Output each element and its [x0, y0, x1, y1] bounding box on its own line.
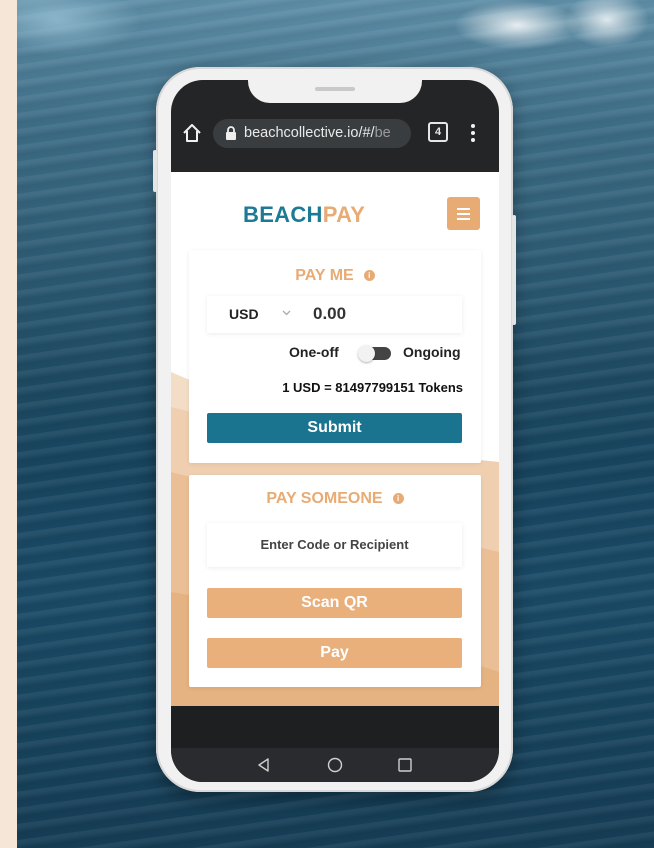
url-text: beachcollective.io/#/be — [244, 125, 391, 141]
phone-speaker — [315, 87, 355, 91]
more-vert-icon[interactable] — [469, 123, 477, 143]
recipient-input[interactable]: Enter Code or Recipient — [207, 523, 462, 567]
toggle-knob — [358, 345, 375, 362]
back-icon[interactable] — [256, 757, 272, 773]
ongoing-label: Ongoing — [403, 344, 461, 360]
home-icon[interactable] — [181, 122, 203, 144]
webpage: BEACHPAY PAY ME i USD 0.00 One-off Ongoin… — [171, 172, 499, 706]
screen-bottom-area — [171, 706, 499, 748]
amount-input-row: USD 0.00 — [207, 296, 462, 333]
logo-beach: BEACH — [243, 202, 323, 227]
logo-pay: PAY — [322, 202, 366, 227]
phone-screen: beachcollective.io/#/be 4 BEACHPAY PAY M… — [171, 80, 499, 782]
pay-someone-card: PAY SOMEONE i Enter Code or Recipient Sca… — [189, 475, 481, 687]
browser-toolbar: beachcollective.io/#/be 4 — [171, 110, 499, 156]
phone-notch — [248, 80, 422, 103]
frequency-toggle-row: One-off Ongoing — [189, 344, 463, 362]
submit-button[interactable]: Submit — [207, 413, 462, 443]
tab-count: 4 — [434, 126, 442, 138]
recents-icon[interactable] — [397, 757, 413, 773]
chevron-down-icon[interactable] — [281, 307, 292, 318]
brand-logo: BEACHPAY — [243, 202, 365, 228]
pay-me-title-text: PAY ME — [295, 267, 354, 284]
scan-qr-button[interactable]: Scan QR — [207, 588, 462, 618]
android-nav-bar — [171, 748, 499, 782]
pay-me-title: PAY ME i — [189, 267, 481, 285]
phone-side-button — [153, 150, 157, 192]
url-bar[interactable]: beachcollective.io/#/be — [213, 119, 411, 148]
tabs-icon[interactable]: 4 — [428, 122, 448, 142]
frequency-toggle[interactable] — [358, 345, 391, 362]
menu-icon[interactable] — [447, 197, 480, 230]
url-main: beachcollective.io/#/ — [244, 125, 375, 141]
pay-someone-title: PAY SOMEONE i — [189, 490, 481, 508]
currency-select[interactable]: USD — [229, 306, 259, 322]
url-faded: be — [374, 125, 391, 141]
amount-input[interactable]: 0.00 — [313, 304, 346, 324]
lock-icon — [226, 126, 236, 140]
one-off-label: One-off — [289, 344, 339, 360]
pay-someone-title-text: PAY SOMEONE — [266, 490, 383, 507]
pay-me-card: PAY ME i USD 0.00 One-off Ongoing 1 USD =… — [189, 250, 481, 463]
info-icon[interactable]: i — [363, 270, 375, 281]
info-icon[interactable]: i — [392, 493, 404, 504]
pay-button[interactable]: Pay — [207, 638, 462, 668]
exchange-rate: 1 USD = 81497799151 Tokens — [282, 380, 463, 395]
home-circle-icon[interactable] — [327, 757, 343, 773]
phone-side-button — [512, 215, 516, 325]
